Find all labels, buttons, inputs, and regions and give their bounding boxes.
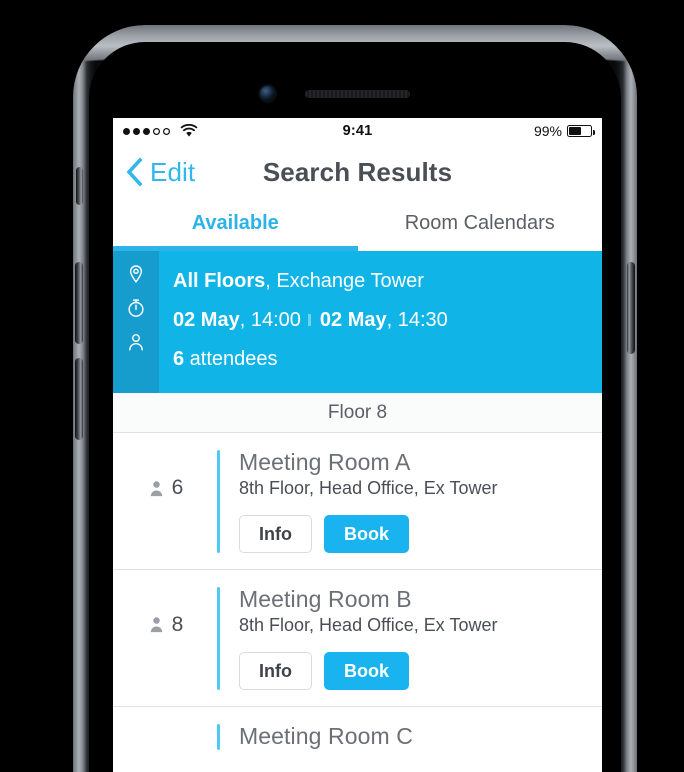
tab-available[interactable]: Available: [113, 200, 358, 246]
info-button[interactable]: Info: [239, 651, 312, 690]
summary-location: All Floors, Exchange Tower: [173, 262, 602, 301]
tab-room-calendars[interactable]: Room Calendars: [358, 200, 603, 246]
person-icon: [150, 617, 162, 633]
room-capacity: [113, 724, 217, 750]
back-button[interactable]: Edit: [113, 157, 195, 188]
table-row[interactable]: 6 Meeting Room A 8th Floor, Head Office,…: [113, 433, 602, 570]
room-capacity: 6: [113, 450, 217, 500]
summary-location-building: , Exchange Tower: [265, 270, 424, 292]
mute-switch-button[interactable]: [76, 167, 83, 205]
summary-start-date: 02 May: [173, 309, 240, 331]
battery-icon: [567, 125, 595, 137]
screenshot-stage: 9:41 99% Edit Search Results Available R…: [0, 0, 684, 772]
stopwatch-icon: [128, 299, 144, 317]
front-camera-icon: [260, 86, 275, 101]
summary-attendee-count: 6: [173, 348, 185, 370]
map-pin-icon: [129, 265, 143, 283]
summary-details: All Floors, Exchange Tower 02 May, 14:00…: [159, 251, 602, 393]
room-name: Meeting Room A: [239, 449, 411, 475]
room-actions: Info Book: [239, 514, 590, 553]
summary-location-floors: All Floors: [173, 270, 266, 292]
room-name: Meeting Room C: [239, 722, 413, 749]
summary-end-time: , 14:30: [386, 309, 448, 331]
room-capacity-value: 6: [171, 476, 184, 499]
tab-bar: Available Room Calendars: [113, 200, 602, 246]
battery-fill: [569, 127, 581, 135]
power-button[interactable]: [627, 262, 635, 354]
floor-section-header: Floor 8: [113, 393, 602, 433]
summary-start-time: , 14:00: [239, 309, 301, 331]
table-row[interactable]: 8 Meeting Room B 8th Floor, Head Office,…: [113, 569, 602, 707]
room-capacity-value: 8: [171, 612, 184, 636]
book-button[interactable]: Book: [324, 651, 409, 690]
person-icon: [129, 334, 143, 351]
time-range-separator: [307, 314, 311, 327]
volume-down-button[interactable]: [75, 358, 83, 440]
summary-attendees: 6 attendees: [173, 340, 602, 379]
row-accent-bar: [217, 586, 220, 690]
status-bar: 9:41 99%: [113, 118, 602, 144]
room-name: Meeting Room B: [239, 585, 412, 612]
status-bar-clock: 9:41: [342, 123, 373, 139]
summary-end-date: 02 May: [319, 309, 387, 331]
app-screen: 9:41 99% Edit Search Results Available R…: [113, 118, 602, 772]
person-icon: [150, 480, 162, 496]
room-address: 8th Floor, Head Office, Ex Tower: [239, 614, 498, 635]
room-address: 8th Floor, Head Office, Ex Tower: [239, 477, 498, 498]
table-row[interactable]: Meeting Room C: [113, 706, 602, 750]
summary-attendee-label: attendees: [184, 348, 278, 370]
chevron-left-icon: [126, 157, 143, 187]
row-accent-bar: [217, 450, 220, 553]
room-details: Meeting Room B 8th Floor, Head Office, E…: [239, 585, 602, 690]
room-details: Meeting Room C: [239, 722, 602, 750]
back-button-label: Edit: [150, 156, 196, 187]
room-capacity: 8: [113, 587, 217, 637]
summary-icon-column: [113, 251, 159, 393]
volume-up-button[interactable]: [75, 262, 83, 344]
book-button[interactable]: Book: [324, 514, 409, 553]
navigation-bar: Edit Search Results: [113, 144, 602, 200]
battery-cap: [592, 129, 595, 135]
row-accent-bar: [217, 723, 220, 750]
info-button[interactable]: Info: [239, 514, 312, 553]
room-actions: Info Book: [239, 651, 590, 690]
earpiece-speaker: [305, 90, 410, 98]
summary-time-range: 02 May, 14:00 02 May, 14:30: [173, 301, 602, 340]
room-details: Meeting Room A 8th Floor, Head Office, E…: [239, 449, 602, 553]
search-criteria-summary[interactable]: All Floors, Exchange Tower 02 May, 14:00…: [113, 251, 602, 393]
